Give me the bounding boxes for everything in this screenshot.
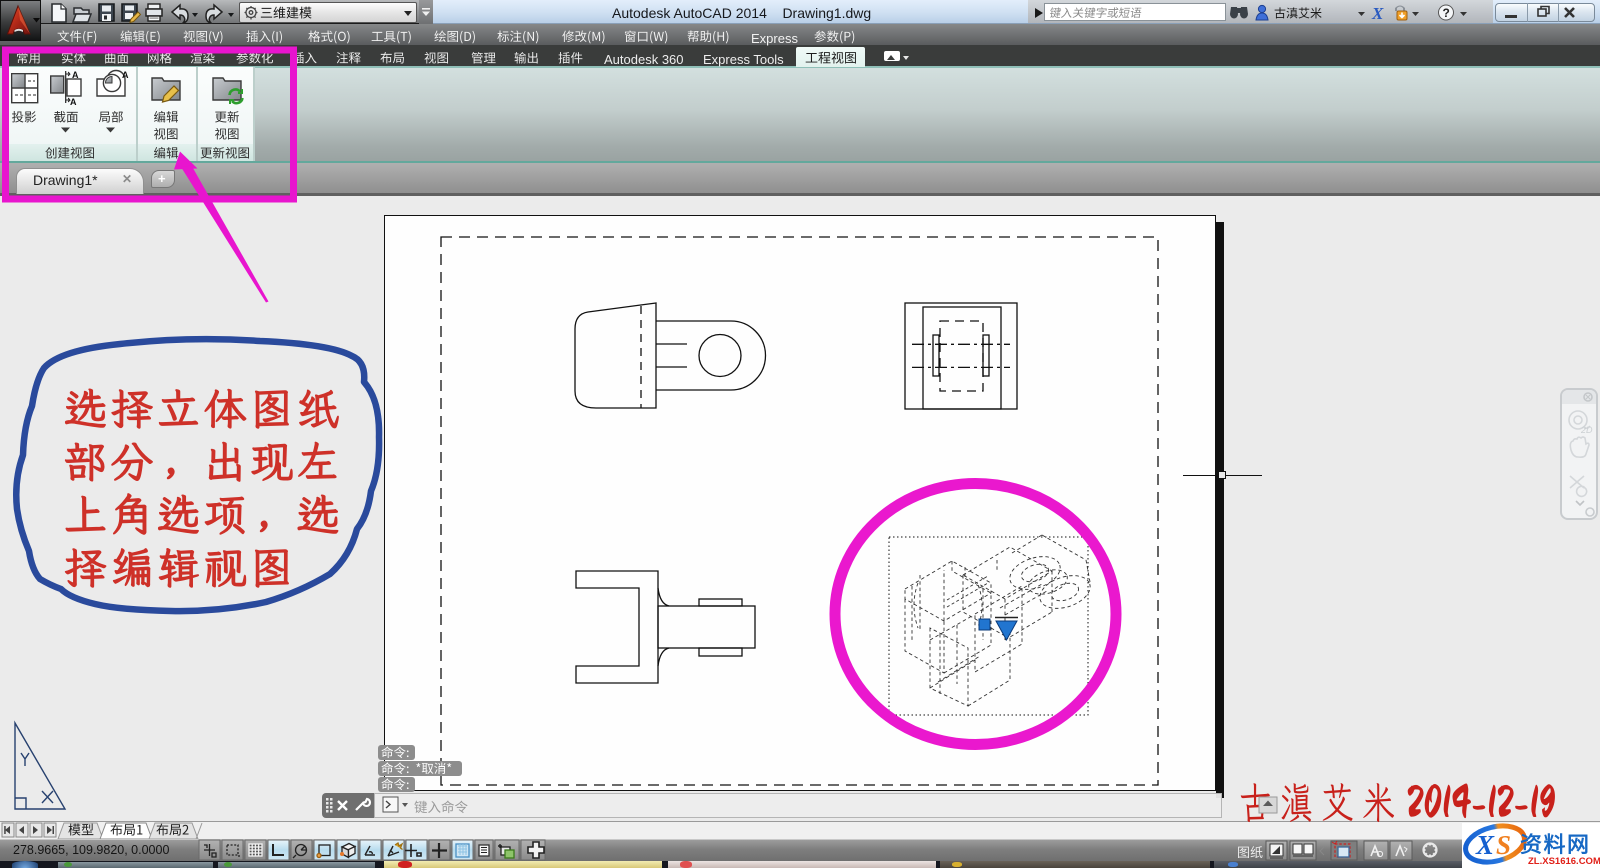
svg-text:A: A: [122, 70, 129, 80]
svg-text:ZL.XS1616.COM: ZL.XS1616.COM: [1528, 856, 1600, 867]
svg-text:A: A: [70, 97, 77, 107]
svg-text:X: X: [1475, 830, 1495, 860]
svg-text:X: X: [1371, 4, 1384, 22]
svg-text:S: S: [1496, 830, 1511, 860]
svg-text:2D: 2D: [1580, 425, 1593, 435]
svg-text:A: A: [72, 70, 79, 80]
svg-text:?: ?: [1443, 6, 1450, 20]
